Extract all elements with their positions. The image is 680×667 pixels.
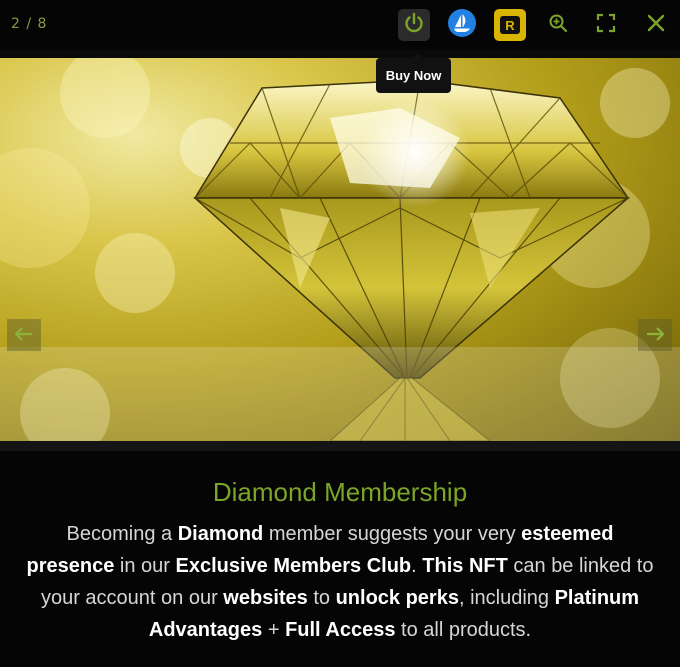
rarible-icon: R xyxy=(500,16,520,34)
arrow-right-icon xyxy=(646,326,665,345)
arrow-left-icon xyxy=(14,326,33,345)
fullscreen-icon xyxy=(596,13,616,37)
rarible-letter: R xyxy=(505,17,515,33)
caption-title: Diamond Membership xyxy=(212,477,468,507)
opensea-icon xyxy=(447,8,477,42)
opensea-button[interactable] xyxy=(446,9,478,41)
power-button[interactable] xyxy=(398,9,430,41)
lightbox-toolbar xyxy=(0,0,680,50)
fullscreen-button[interactable] xyxy=(590,9,622,41)
next-slide-button[interactable] xyxy=(638,319,672,351)
rarible-button[interactable]: R xyxy=(494,9,526,41)
caption-description: Becoming a Diamond member suggests your … xyxy=(26,523,654,641)
image-overlay-band xyxy=(0,347,680,441)
nft-image xyxy=(0,58,680,441)
buy-now-tooltip: Buy Now xyxy=(376,58,451,93)
zoom-in-icon xyxy=(548,13,568,37)
close-button[interactable] xyxy=(640,9,672,41)
close-icon xyxy=(646,13,666,37)
slide-counter: 2 / 8 xyxy=(11,16,48,32)
zoom-in-button[interactable] xyxy=(542,9,574,41)
previous-slide-button[interactable] xyxy=(7,319,41,351)
power-icon xyxy=(403,12,425,38)
